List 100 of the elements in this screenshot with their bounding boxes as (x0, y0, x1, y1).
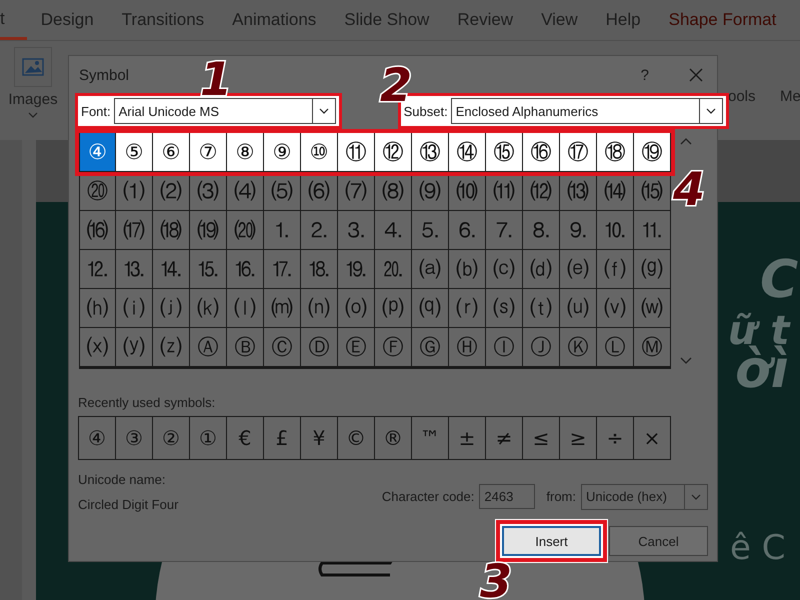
symbol-cell[interactable]: ⒥ (153, 289, 190, 328)
symbol-cell[interactable]: ⒱ (597, 289, 634, 328)
symbol-cell[interactable]: ⒞ (486, 250, 523, 289)
symbol-cell[interactable]: ⒘ (264, 250, 301, 289)
picture-icon[interactable] (22, 58, 44, 76)
symbol-cell[interactable]: ⒪ (338, 289, 375, 328)
ribbon-tab[interactable]: t (0, 0, 27, 40)
symbol-cell[interactable]: ⑲ (634, 133, 671, 172)
symbol-cell[interactable]: ⒄ (116, 211, 153, 250)
symbol-cell[interactable]: ⒇ (227, 211, 264, 250)
ribbon-tab[interactable]: Animations (218, 0, 330, 40)
symbol-cell[interactable]: Ⓑ (227, 328, 264, 367)
symbol-cell[interactable]: ⒡ (597, 250, 634, 289)
symbol-cell[interactable]: ⒝ (449, 250, 486, 289)
symbol-cell[interactable]: ⒩ (301, 289, 338, 328)
symbol-cell[interactable]: ⑸ (264, 172, 301, 211)
symbol-cell[interactable]: ⒎ (486, 211, 523, 250)
ribbon-tab[interactable]: Design (26, 0, 108, 40)
symbol-cell[interactable]: ⑺ (338, 172, 375, 211)
symbol-cell[interactable]: ⑹ (301, 172, 338, 211)
symbol-cell[interactable]: ⒢ (634, 250, 671, 289)
symbol-cell[interactable]: ⒒ (634, 211, 671, 250)
symbol-cell[interactable]: ⒦ (190, 289, 227, 328)
symbol-cell[interactable]: ⒟ (523, 250, 560, 289)
symbol-cell[interactable]: ⒌ (412, 211, 449, 250)
font-dropdown[interactable]: Arial Unicode MS (114, 98, 336, 124)
ribbon-label[interactable]: ools (728, 88, 756, 105)
symbol-cell[interactable]: Ⓒ (264, 328, 301, 367)
symbol-cell[interactable]: ⑭ (449, 133, 486, 172)
symbol-cell[interactable]: ⑶ (190, 172, 227, 211)
symbol-cell[interactable]: ⒋ (375, 211, 412, 250)
symbol-cell[interactable]: ⒗ (227, 250, 264, 289)
symbol-cell[interactable]: ⒠ (560, 250, 597, 289)
symbol-cell[interactable]: ⒜ (412, 250, 449, 289)
ribbon-tab[interactable]: Transitions (108, 0, 218, 40)
symbol-cell[interactable]: Ⓐ (190, 328, 227, 367)
subset-dropdown[interactable]: Enclosed Alphanumerics (450, 98, 723, 124)
symbol-cell[interactable]: ⑽ (449, 172, 486, 211)
symbol-cell[interactable]: Ⓙ (523, 328, 560, 367)
symbol-cell[interactable]: Ⓔ (338, 328, 375, 367)
from-dropdown[interactable]: Unicode (hex) (581, 484, 708, 510)
ribbon-tab[interactable]: Shape Format (654, 0, 790, 40)
symbol-cell[interactable]: ⒅ (153, 211, 190, 250)
symbol-cell[interactable]: ⒰ (560, 289, 597, 328)
symbol-cell[interactable]: ④ (79, 133, 116, 172)
symbol-cell[interactable]: ⒤ (116, 289, 153, 328)
symbol-cell[interactable]: ⒀ (560, 172, 597, 211)
symbol-cell[interactable]: ⑧ (227, 133, 264, 172)
symbol-cell[interactable]: ⑿ (523, 172, 560, 211)
ribbon-tab[interactable]: Review (443, 0, 528, 40)
symbol-cell[interactable]: ⒧ (227, 289, 264, 328)
symbol-cell[interactable]: ⑱ (597, 133, 634, 172)
symbol-cell[interactable]: Ⓓ (301, 328, 338, 367)
dropdown-icon[interactable] (318, 108, 329, 114)
scroll-up-icon[interactable] (680, 137, 692, 145)
symbol-cell[interactable]: Ⓜ (634, 328, 671, 367)
symbol-cell[interactable]: ⒐ (560, 211, 597, 250)
ribbon-tab[interactable]: Help (592, 0, 655, 40)
symbol-cell[interactable]: ⒯ (523, 289, 560, 328)
symbol-cell[interactable]: ⑷ (227, 172, 264, 211)
dropdown-icon[interactable] (706, 108, 716, 114)
symbol-cell[interactable]: ⒵ (153, 328, 190, 367)
symbol-cell[interactable]: ⑾ (486, 172, 523, 211)
symbol-cell[interactable]: ⒊ (338, 211, 375, 250)
symbol-cell[interactable]: ⒮ (486, 289, 523, 328)
ribbon-tab[interactable]: Slide Show (330, 0, 444, 40)
scroll-down-icon[interactable] (680, 357, 692, 365)
symbol-cell[interactable]: ⑼ (412, 172, 449, 211)
close-icon[interactable] (689, 68, 703, 82)
symbol-cell[interactable]: ⒖ (190, 250, 227, 289)
symbol-cell[interactable]: ⑦ (190, 133, 227, 172)
symbol-cell[interactable]: ⑫ (375, 133, 412, 172)
symbol-cell[interactable]: ⒴ (116, 328, 153, 367)
symbol-cell[interactable]: ⒳ (79, 328, 116, 367)
symbol-cell[interactable]: ⒬ (412, 289, 449, 328)
symbol-cell[interactable]: ⑥ (153, 133, 190, 172)
symbol-cell[interactable]: ⑨ (264, 133, 301, 172)
symbol-cell[interactable]: Ⓖ (412, 328, 449, 367)
symbol-cell[interactable]: ⑩ (301, 133, 338, 172)
symbol-cell[interactable]: ⒕ (153, 250, 190, 289)
symbol-cell[interactable]: ⒏ (523, 211, 560, 250)
symbol-cell[interactable]: ⒭ (449, 289, 486, 328)
symbol-cell[interactable]: ⒓ (79, 250, 116, 289)
symbol-cell[interactable]: ⑴ (116, 172, 153, 211)
symbol-cell[interactable]: Ⓗ (449, 328, 486, 367)
ribbon-tab[interactable]: View (527, 0, 592, 40)
symbol-cell[interactable]: ⒫ (375, 289, 412, 328)
symbol-cell[interactable]: ⒃ (79, 211, 116, 250)
symbol-cell[interactable]: Ⓘ (486, 328, 523, 367)
ribbon-label[interactable]: Me (780, 88, 800, 105)
symbol-cell[interactable]: ⒔ (116, 250, 153, 289)
symbol-cell[interactable]: ⑬ (412, 133, 449, 172)
symbol-cell[interactable]: ⑰ (560, 133, 597, 172)
symbol-cell[interactable]: ⑯ (523, 133, 560, 172)
symbol-cell[interactable]: ⒲ (634, 289, 671, 328)
symbol-cell[interactable]: ⑪ (338, 133, 375, 172)
symbol-cell[interactable]: ⑤ (116, 133, 153, 172)
symbol-cell[interactable]: ⒉ (301, 211, 338, 250)
symbol-cell[interactable]: ⒈ (264, 211, 301, 250)
symbol-cell[interactable]: Ⓛ (597, 328, 634, 367)
